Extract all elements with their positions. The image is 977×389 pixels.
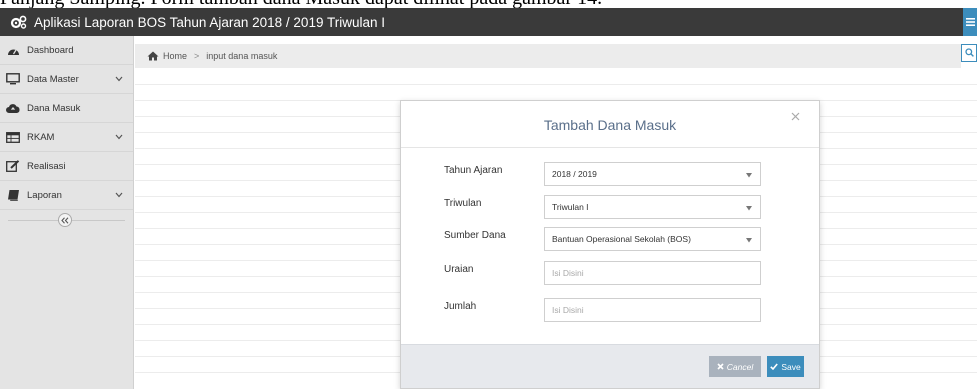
app-title: Aplikasi Laporan BOS Tahun Ajaran 2018 /…	[34, 14, 385, 30]
save-button[interactable]: Save	[767, 356, 804, 377]
chevron-down-icon	[115, 132, 123, 143]
sidebar-item-label: Dana Masuk	[27, 102, 81, 114]
sidebar-item-label: Dashboard	[27, 44, 74, 56]
search-button[interactable]	[961, 44, 977, 62]
close-icon	[717, 362, 724, 372]
sumber-dana-label: Sumber Dana	[444, 230, 506, 241]
book-icon	[6, 188, 20, 202]
edit-icon	[6, 159, 20, 173]
document-caption: Panjang Samping. Form tambah dana Masuk …	[0, 0, 977, 8]
modal-header: Tambah Dana Masuk	[401, 101, 819, 148]
breadcrumb-home-link[interactable]: Home	[163, 51, 187, 61]
uraian-placeholder: Isi Disini	[552, 268, 584, 278]
chevron-down-icon	[115, 74, 123, 85]
sidebar-collapse-button[interactable]	[58, 213, 72, 227]
tahun-ajaran-value: 2018 / 2019	[552, 169, 597, 179]
jumlah-input[interactable]: Isi Disini	[544, 298, 761, 322]
sumber-dana-value: Bantuan Operasional Sekolah (BOS)	[552, 234, 691, 244]
triwulan-label: Triwulan	[444, 198, 482, 209]
sidebar-item-label: Data Master	[27, 73, 79, 85]
sidebar-item-dashboard[interactable]: Dashboard	[0, 36, 133, 65]
sidebar-item-label: Laporan	[27, 189, 62, 201]
gears-icon	[8, 11, 30, 33]
search-icon	[964, 44, 974, 62]
tahun-ajaran-label: Tahun Ajaran	[444, 165, 503, 176]
sidebar-item-data-master[interactable]: Data Master	[0, 65, 133, 94]
triwulan-value: Triwulan I	[552, 202, 589, 212]
document-caption-text: Panjang Samping. Form tambah dana Masuk …	[0, 0, 602, 8]
sumber-dana-select[interactable]: Bantuan Operasional Sekolah (BOS)	[544, 227, 761, 251]
caret-down-icon	[746, 170, 752, 180]
top-navbar: Aplikasi Laporan BOS Tahun Ajaran 2018 /…	[0, 8, 977, 36]
dashboard-icon	[6, 43, 20, 57]
close-icon	[791, 108, 800, 126]
tambah-dana-masuk-modal: Tambah Dana Masuk Tahun Ajaran 2018 / 20…	[400, 100, 820, 389]
cloud-upload-icon	[6, 101, 20, 115]
sidebar-item-realisasi[interactable]: Realisasi	[0, 152, 133, 181]
sidebar-item-label: Realisasi	[27, 160, 66, 172]
modal-footer: Cancel Save	[401, 344, 819, 388]
desktop-icon	[6, 72, 20, 86]
sidebar-collapse-row	[0, 210, 133, 230]
form-row-sumber-dana: Sumber Dana Bantuan Operasional Sekolah …	[401, 227, 819, 251]
sidebar: Dashboard Data Master Dana Masuk RKAM Re…	[0, 36, 134, 389]
uraian-input[interactable]: Isi Disini	[544, 261, 761, 285]
home-icon[interactable]	[147, 51, 159, 61]
modal-title: Tambah Dana Masuk	[543, 117, 677, 133]
chevron-right-icon: >	[194, 51, 200, 61]
cancel-label: Cancel	[726, 361, 754, 372]
check-icon	[770, 362, 779, 372]
form-row-uraian: Uraian Isi Disini	[401, 261, 819, 285]
double-chevron-left-icon	[61, 211, 69, 229]
jumlah-label: Jumlah	[444, 301, 477, 312]
table-icon	[6, 130, 20, 144]
chevron-down-icon	[115, 190, 123, 201]
form-row-triwulan: Triwulan Triwulan I	[401, 195, 819, 219]
uraian-label: Uraian	[444, 264, 474, 275]
cancel-button[interactable]: Cancel	[709, 356, 761, 377]
triwulan-select[interactable]: Triwulan I	[544, 195, 761, 219]
caret-down-icon	[746, 235, 752, 245]
breadcrumb: Home > input dana masuk	[135, 44, 961, 68]
form-row-tahun-ajaran: Tahun Ajaran 2018 / 2019	[401, 162, 819, 186]
breadcrumb-current: input dana masuk	[206, 51, 278, 61]
sidebar-item-rkam[interactable]: RKAM	[0, 123, 133, 152]
sidebar-item-dana-masuk[interactable]: Dana Masuk	[0, 94, 133, 123]
sidebar-item-label: RKAM	[27, 131, 55, 143]
caret-down-icon	[746, 203, 752, 213]
sidebar-item-laporan[interactable]: Laporan	[0, 181, 133, 210]
menu-icon	[965, 13, 975, 31]
save-label: Save	[781, 361, 801, 372]
modal-close-button[interactable]	[788, 110, 802, 124]
form-row-jumlah: Jumlah Isi Disini	[401, 298, 819, 322]
tahun-ajaran-select[interactable]: 2018 / 2019	[544, 162, 761, 186]
menu-toggle-button[interactable]	[963, 8, 977, 36]
jumlah-placeholder: Isi Disini	[552, 305, 584, 315]
